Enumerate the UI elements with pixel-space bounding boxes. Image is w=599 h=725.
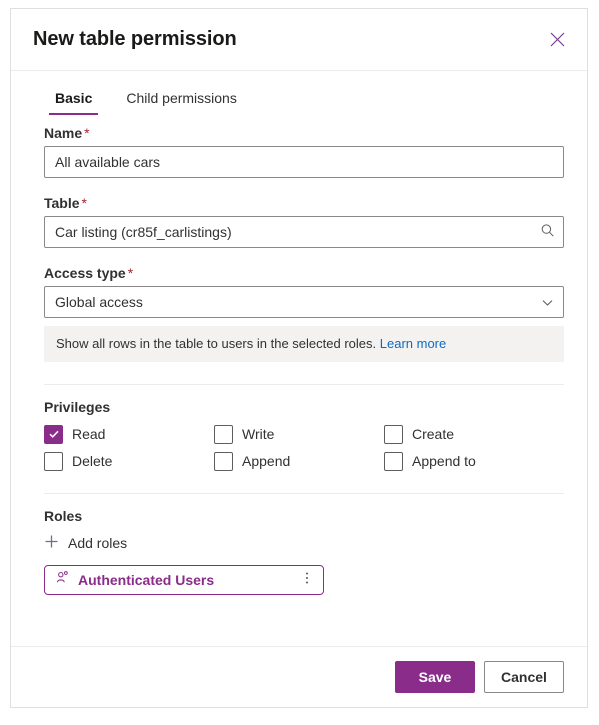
plus-icon: [44, 534, 59, 552]
name-required-marker: *: [84, 125, 90, 141]
privilege-read-label: Read: [72, 426, 106, 443]
access-type-select-wrap: Global access: [44, 286, 564, 318]
page-title: New table permission: [33, 28, 237, 50]
dialog-body: Name* Table*: [11, 115, 587, 646]
roles-divider: [44, 492, 564, 494]
privilege-read[interactable]: Read: [44, 424, 214, 444]
privilege-append-to-label: Append to: [412, 453, 476, 470]
access-type-select[interactable]: Global access: [44, 286, 564, 318]
checkbox-delete[interactable]: [44, 451, 63, 471]
privilege-write-label: Write: [242, 426, 275, 443]
privilege-append[interactable]: Append: [214, 451, 384, 471]
access-type-field-group: Access type * Global access Show all rows…: [44, 265, 564, 362]
name-input[interactable]: [44, 146, 564, 178]
close-button[interactable]: [541, 24, 573, 56]
info-banner-text: Show all rows in the table to users in t…: [56, 336, 377, 351]
table-field-group: Table *: [44, 195, 564, 248]
tab-list: Basic Child permissions: [11, 71, 587, 115]
checkbox-read[interactable]: [44, 424, 63, 444]
search-icon: [540, 223, 555, 241]
name-input-wrap: [44, 146, 564, 178]
role-chip-authenticated-users[interactable]: Authenticated Users: [44, 564, 324, 595]
tab-child-permissions[interactable]: Child permissions: [120, 89, 242, 115]
privileges-title: Privileges: [44, 398, 111, 415]
checkbox-append-to[interactable]: [384, 451, 403, 471]
privilege-create-label: Create: [412, 426, 455, 443]
privileges-divider: [44, 383, 564, 385]
privilege-create[interactable]: Create: [384, 424, 554, 444]
table-search-button[interactable]: [540, 216, 555, 248]
dialog-footer: Save Cancel: [11, 646, 587, 707]
roles-title: Roles: [44, 507, 83, 524]
access-type-info-banner: Show all rows in the table to users in t…: [44, 326, 564, 362]
learn-more-link[interactable]: Learn more: [380, 336, 446, 351]
save-button[interactable]: Save: [395, 661, 475, 693]
close-icon: [550, 32, 565, 47]
checkbox-append[interactable]: [214, 451, 233, 471]
role-chip-label: Authenticated Users: [78, 571, 215, 588]
name-label-text: Name: [44, 125, 83, 141]
privilege-delete-label: Delete: [72, 453, 113, 470]
table-label-text: Table: [44, 195, 80, 211]
add-roles-label: Add roles: [68, 534, 128, 551]
privilege-append-label: Append: [242, 453, 291, 470]
tab-basic[interactable]: Basic: [49, 89, 99, 115]
table-label: Table *: [44, 195, 564, 211]
checkbox-create[interactable]: [384, 424, 403, 444]
add-roles-button[interactable]: Add roles: [44, 534, 127, 552]
access-type-label: Access type *: [44, 265, 564, 281]
name-label: Name *: [44, 125, 564, 141]
table-required-marker: *: [81, 195, 87, 211]
privilege-write[interactable]: Write: [214, 424, 384, 444]
table-input-wrap: [44, 216, 564, 248]
privilege-append-to[interactable]: Append to: [384, 451, 554, 471]
privilege-delete[interactable]: Delete: [44, 451, 214, 471]
more-vertical-icon: [305, 570, 309, 589]
privileges-grid: Read Write Create Delete Append Append t…: [44, 424, 564, 471]
access-type-label-text: Access type: [44, 265, 126, 281]
table-input[interactable]: [44, 216, 564, 248]
dialog-header: New table permission: [11, 9, 587, 71]
cancel-button[interactable]: Cancel: [484, 661, 564, 693]
person-icon: [55, 570, 70, 590]
new-table-permission-dialog: New table permission Basic Child permiss…: [10, 8, 588, 708]
role-chip-more-button[interactable]: [297, 569, 317, 591]
checkbox-write[interactable]: [214, 424, 233, 444]
name-field-group: Name *: [44, 125, 564, 178]
access-type-required-marker: *: [127, 265, 134, 281]
